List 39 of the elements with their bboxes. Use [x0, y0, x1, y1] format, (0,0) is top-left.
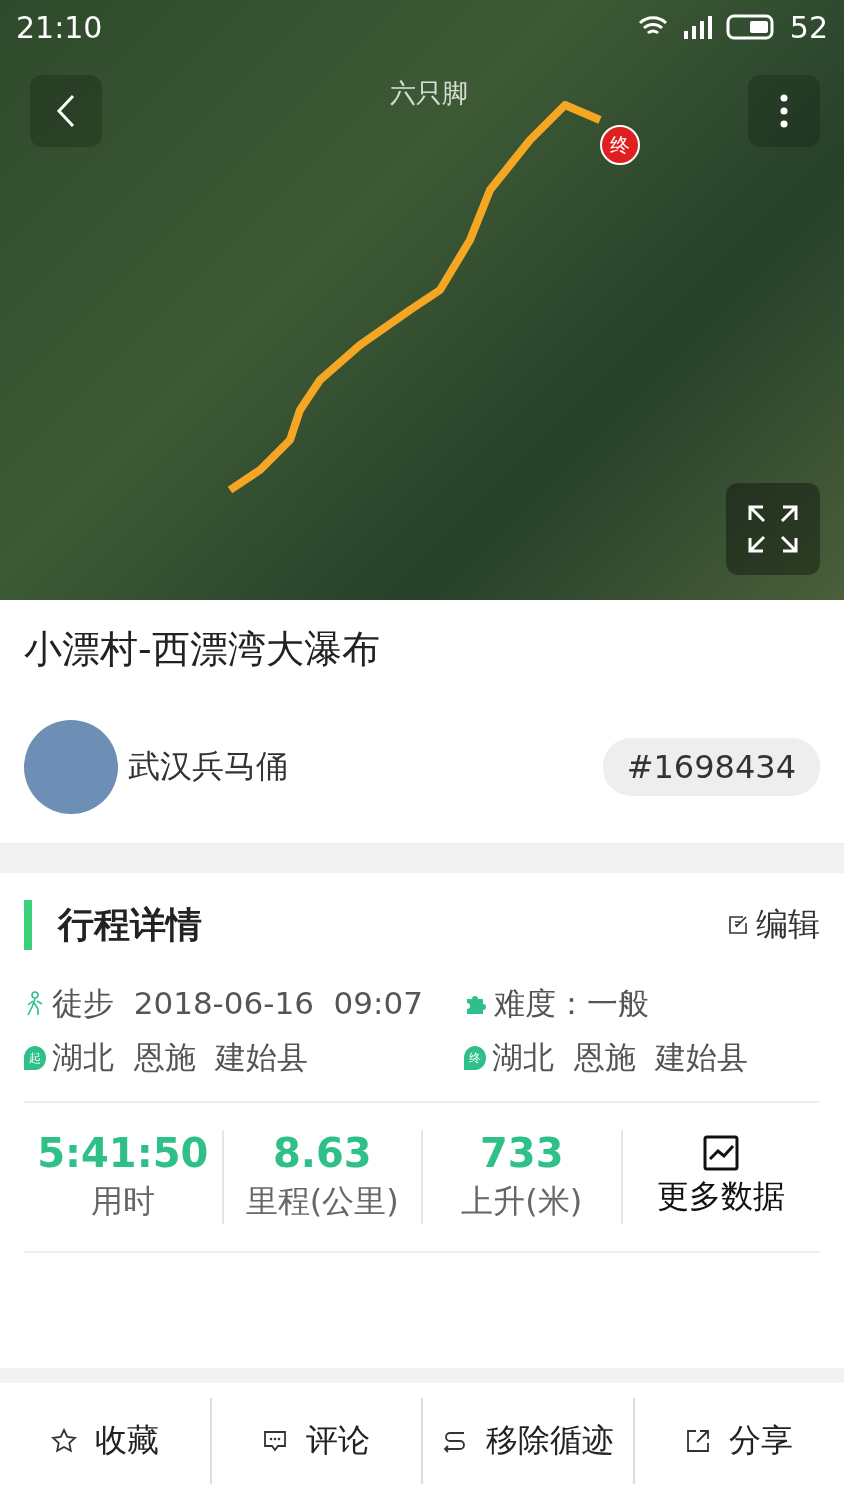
edit-button[interactable]: 编辑	[728, 903, 820, 947]
more-data-button[interactable]: 更多数据	[622, 1135, 820, 1219]
end-marker: 终	[600, 125, 640, 165]
info-text: 湖北 恩施 建始县	[52, 1038, 309, 1077]
info-text: 徒步 2018-06-16 09:07	[52, 984, 423, 1023]
stat-label: 里程(公里)	[245, 1181, 399, 1222]
fullscreen-button[interactable]	[726, 483, 820, 575]
track-id-badge: #1698434	[602, 737, 820, 796]
back-button[interactable]	[30, 75, 102, 147]
more-icon	[780, 94, 788, 128]
location-pin: 终	[464, 1046, 486, 1070]
share-icon	[685, 1427, 712, 1454]
stat-value: 5:41:50	[37, 1130, 209, 1176]
stat-label: 用时	[90, 1181, 155, 1222]
action-button[interactable]: 评论	[211, 1397, 423, 1484]
info-text: 难度：一般	[494, 984, 649, 1023]
app-logo: 六只脚	[390, 77, 468, 110]
action-button[interactable]: 移除循迹	[423, 1397, 635, 1484]
battery-level: 52	[789, 9, 828, 45]
edit-icon	[728, 915, 748, 935]
location-pin: 起	[24, 1046, 46, 1070]
track-title: 小漂村-西漂湾大瀑布	[23, 626, 381, 673]
more-button[interactable]	[748, 75, 820, 147]
star-icon	[50, 1427, 77, 1454]
chart-icon	[703, 1135, 740, 1171]
battery-icon	[725, 14, 776, 40]
stat-label: 上升(米)	[461, 1181, 583, 1222]
signal-icon	[681, 15, 712, 39]
accent-bar	[24, 900, 32, 950]
stat-value: 733	[480, 1130, 564, 1176]
info-text: 湖北 恩施 建始县	[492, 1038, 749, 1077]
back-icon	[56, 94, 76, 128]
status-time: 21:10	[16, 9, 103, 45]
action-button[interactable]: 收藏	[0, 1397, 212, 1484]
action-button[interactable]: 分享	[634, 1397, 844, 1484]
fullscreen-icon	[747, 504, 799, 554]
stat-value: 8.63	[272, 1130, 372, 1176]
author-name[interactable]: 武汉兵马俑	[128, 744, 593, 789]
section-heading: 行程详情	[58, 902, 203, 947]
